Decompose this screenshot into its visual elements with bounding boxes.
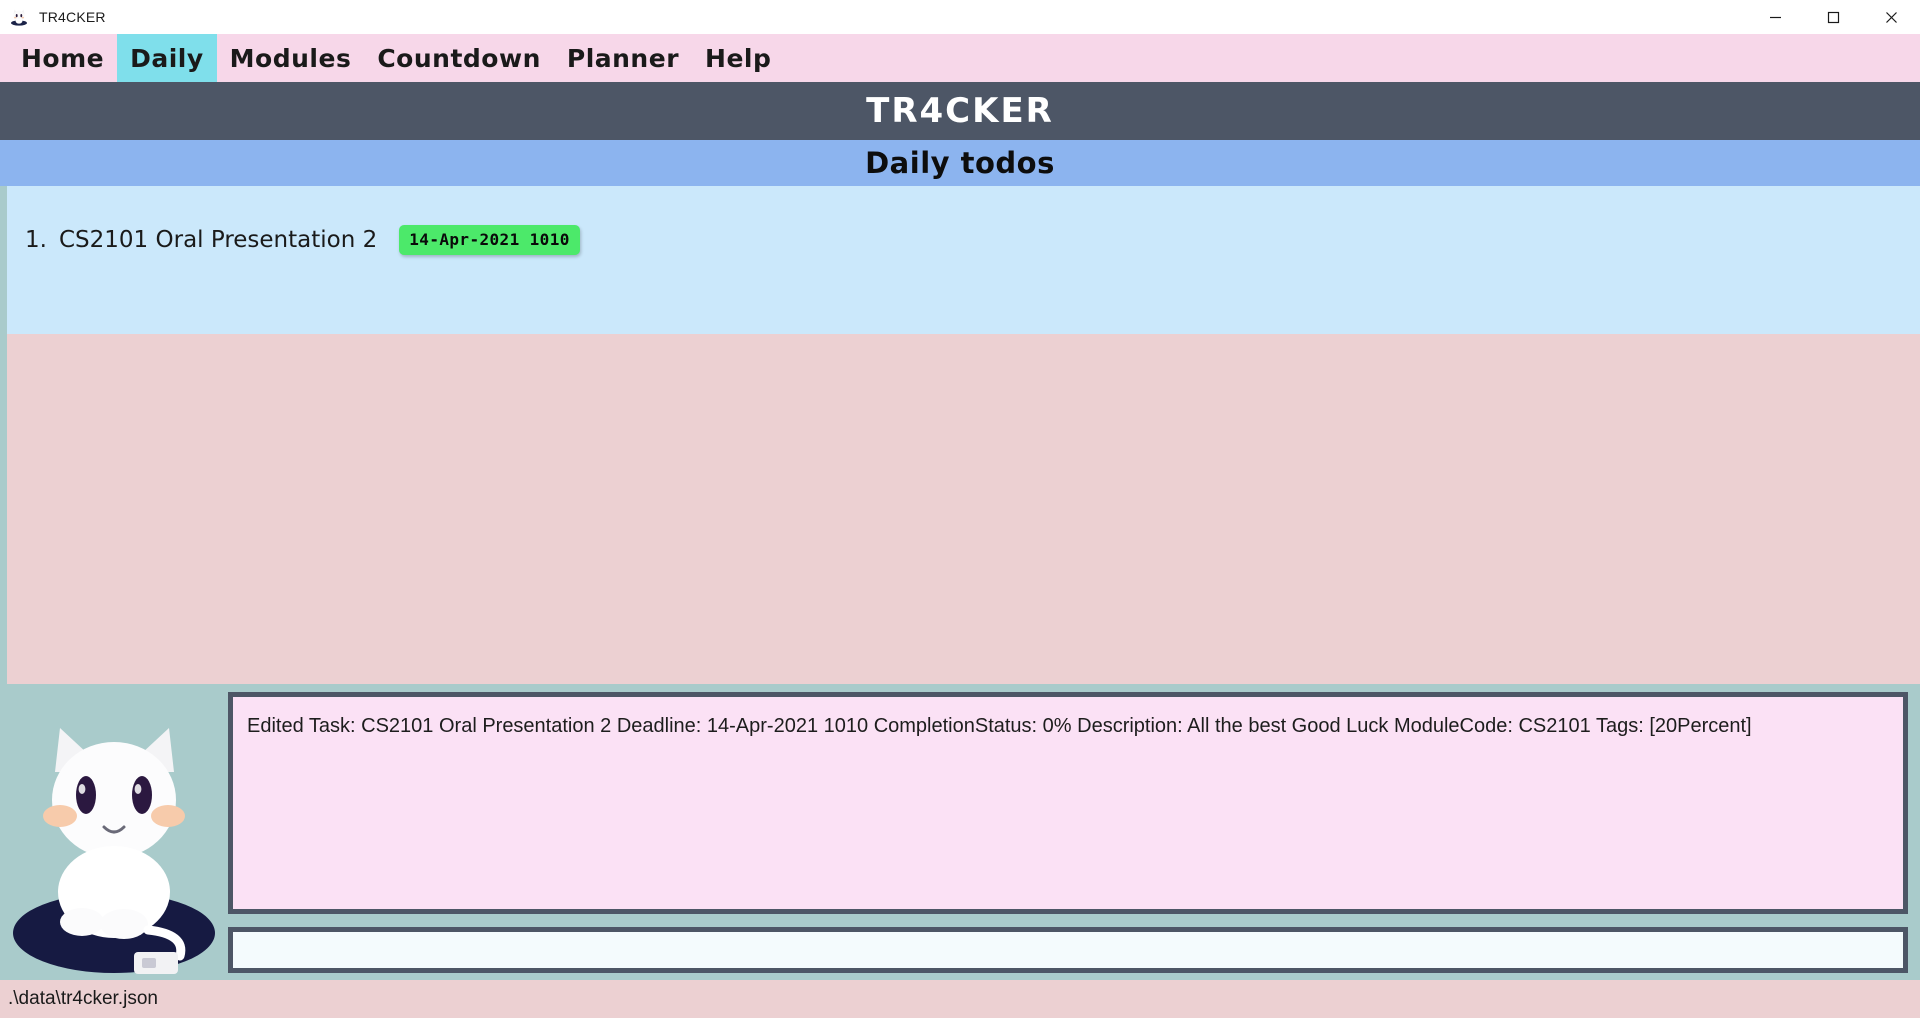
app-header: TR4CKER — [0, 82, 1920, 140]
command-input[interactable] — [243, 933, 1893, 967]
minimize-button[interactable] — [1746, 0, 1804, 34]
cat-mascot-icon — [9, 7, 29, 27]
task-list-panel: 1. CS2101 Oral Presentation 2 14-Apr-202… — [7, 186, 1920, 334]
section-title: Daily todos — [865, 146, 1055, 180]
empty-content-area — [7, 334, 1920, 684]
task-index: 1. — [25, 227, 47, 253]
app-window: TR4CKER Home Daily Modules Countdown Pla… — [0, 0, 1920, 1018]
result-display-text: Edited Task: CS2101 Oral Presentation 2 … — [247, 715, 1752, 737]
left-accent-strip — [0, 186, 7, 684]
menu-item-modules[interactable]: Modules — [217, 34, 365, 82]
task-deadline-badge: 14-Apr-2021 1010 — [399, 225, 580, 255]
window-title: TR4CKER — [39, 9, 106, 25]
window-controls — [1746, 0, 1920, 34]
cat-mascot — [8, 690, 221, 974]
command-box[interactable] — [228, 927, 1908, 973]
menu-item-help[interactable]: Help — [692, 34, 784, 82]
result-display-panel: Edited Task: CS2101 Oral Presentation 2 … — [228, 692, 1908, 914]
status-bar-path: .\data\tr4cker.json — [8, 988, 158, 1009]
section-banner: Daily todos — [0, 140, 1920, 186]
close-button[interactable] — [1862, 0, 1920, 34]
titlebar: TR4CKER — [0, 0, 1920, 34]
menu-item-home[interactable]: Home — [8, 34, 117, 82]
bottom-panel: Edited Task: CS2101 Oral Presentation 2 … — [0, 684, 1920, 980]
menu-item-countdown[interactable]: Countdown — [364, 34, 554, 82]
task-list-item[interactable]: 1. CS2101 Oral Presentation 2 14-Apr-202… — [7, 216, 1920, 264]
maximize-button[interactable] — [1804, 0, 1862, 34]
menu-item-daily[interactable]: Daily — [117, 34, 217, 82]
status-bar: .\data\tr4cker.json — [0, 980, 1920, 1018]
menu-item-planner[interactable]: Planner — [554, 34, 692, 82]
app-title: TR4CKER — [866, 91, 1054, 131]
menubar: Home Daily Modules Countdown Planner Hel… — [0, 34, 1920, 82]
task-title: CS2101 Oral Presentation 2 — [59, 227, 378, 253]
